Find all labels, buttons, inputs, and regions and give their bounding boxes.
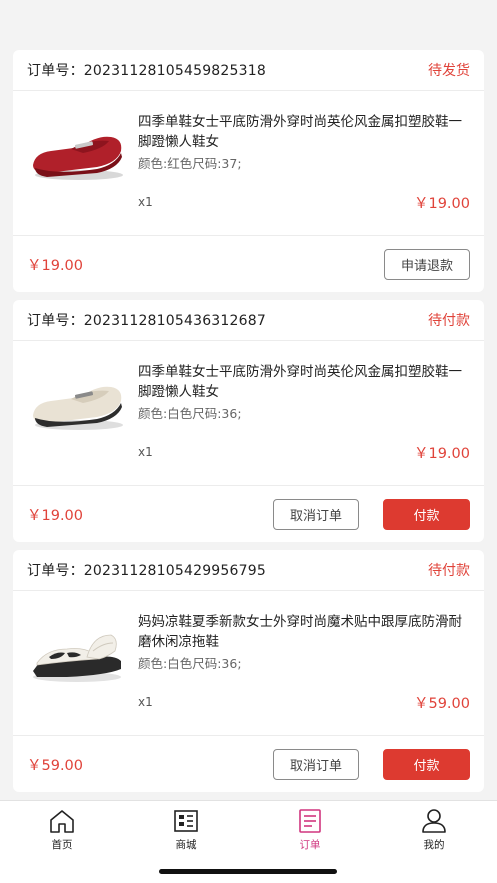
product-title: 四季单鞋女士平底防滑外穿时尚英伦风金属扣塑胶鞋一脚蹬懒人鞋女	[138, 364, 462, 400]
order-card: 订单号：20231128105429956795 待付款 妈妈凉鞋夏季新款女士外…	[13, 550, 484, 792]
order-status: 待发货	[428, 63, 470, 79]
tab-profile-label: 我的	[423, 839, 445, 851]
home-indicator	[159, 869, 337, 874]
product-title: 妈妈凉鞋夏季新款女士外穿时尚魔术贴中跟厚底防滑耐磨休闲凉拖鞋	[138, 614, 462, 650]
order-header: 订单号：20231128105459825318 待发货	[13, 50, 484, 91]
tab-store-label: 商城	[175, 839, 197, 851]
order-number: 订单号：20231128105429956795	[27, 563, 266, 579]
order-list-icon	[299, 809, 321, 833]
tab-home[interactable]: 首页	[27, 807, 97, 852]
order-header: 订单号：20231128105429956795 待付款	[13, 550, 484, 591]
tab-store[interactable]: 商城	[151, 807, 221, 852]
profile-icon	[422, 809, 446, 833]
product-quantity: x1	[138, 445, 153, 459]
status-bar	[0, 0, 497, 40]
product-image	[33, 136, 123, 180]
order-footer: ￥19.00 申请退款	[13, 236, 484, 292]
order-total: ￥59.00	[27, 757, 84, 774]
product-title: 四季单鞋女士平底防滑外穿时尚英伦风金属扣塑胶鞋一脚蹬懒人鞋女	[138, 114, 462, 150]
cancel-order-button[interactable]: 取消订单	[273, 498, 359, 530]
product-spec: 颜色:白色尺码:36;	[138, 656, 242, 671]
order-number: 订单号：20231128105459825318	[27, 63, 266, 79]
store-icon	[174, 810, 198, 832]
product-price: ￥19.00	[413, 196, 470, 212]
pay-button[interactable]: 付款	[383, 748, 470, 780]
tab-profile[interactable]: 我的	[399, 807, 469, 852]
tab-orders-label: 订单	[299, 839, 321, 851]
order-item[interactable]: 四季单鞋女士平底防滑外穿时尚英伦风金属扣塑胶鞋一脚蹬懒人鞋女 颜色:白色尺码:3…	[13, 341, 484, 486]
pay-button[interactable]: 付款	[383, 498, 470, 530]
order-status: 待付款	[428, 313, 470, 329]
product-spec: 颜色:白色尺码:36;	[138, 406, 242, 421]
tab-orders[interactable]: 订单	[275, 807, 345, 852]
order-footer: ￥59.00 取消订单 付款	[13, 736, 484, 792]
home-icon	[50, 810, 74, 833]
cancel-order-button[interactable]: 取消订单	[273, 748, 359, 780]
order-number: 订单号：20231128105436312687	[27, 313, 266, 329]
tab-home-label: 首页	[51, 839, 73, 851]
order-card: 订单号：20231128105459825318 待发货 四季单鞋女士平底防滑外…	[13, 50, 484, 292]
order-total: ￥19.00	[27, 257, 84, 274]
product-price: ￥19.00	[413, 446, 470, 462]
product-image	[33, 386, 123, 430]
request-refund-button[interactable]: 申请退款	[384, 248, 470, 280]
product-quantity: x1	[138, 695, 153, 709]
product-spec: 颜色:红色尺码:37;	[138, 156, 242, 171]
order-item[interactable]: 妈妈凉鞋夏季新款女士外穿时尚魔术贴中跟厚底防滑耐磨休闲凉拖鞋 颜色:白色尺码:3…	[13, 591, 484, 736]
order-header: 订单号：20231128105436312687 待付款	[13, 300, 484, 341]
order-item[interactable]: 四季单鞋女士平底防滑外穿时尚英伦风金属扣塑胶鞋一脚蹬懒人鞋女 颜色:红色尺码:3…	[13, 91, 484, 236]
product-quantity: x1	[138, 195, 153, 209]
product-price: ￥59.00	[413, 696, 470, 712]
order-status: 待付款	[428, 563, 470, 579]
order-card: 订单号：20231128105436312687 待付款 四季单鞋女士平底防滑外…	[13, 300, 484, 542]
product-image	[33, 634, 121, 682]
order-total: ￥19.00	[27, 507, 84, 524]
order-footer: ￥19.00 取消订单 付款	[13, 486, 484, 542]
